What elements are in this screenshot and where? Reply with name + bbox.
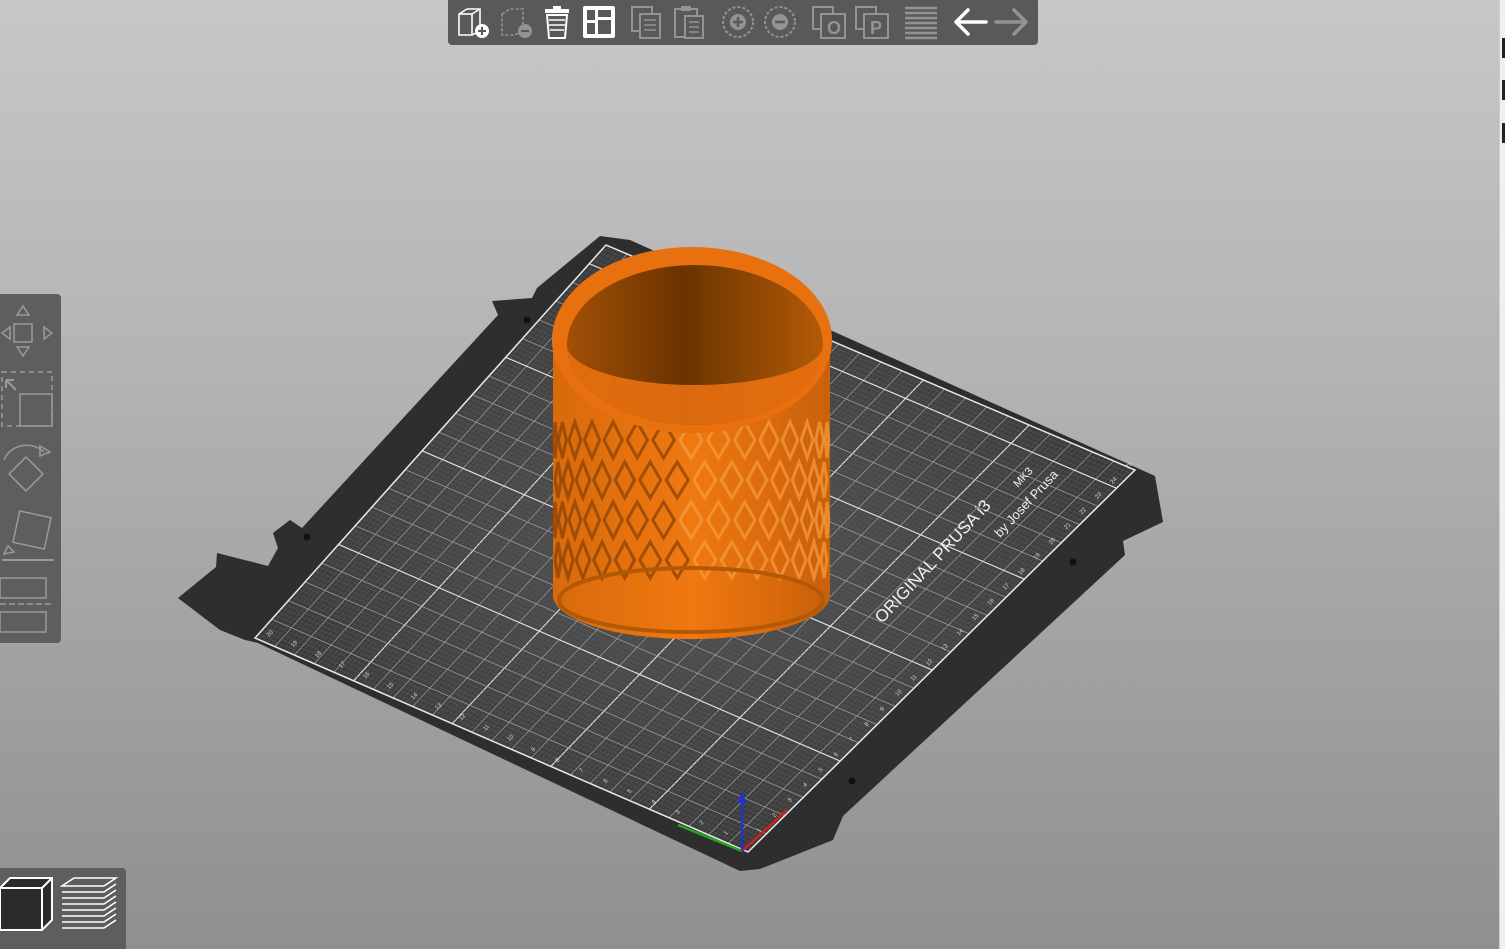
3d-view-tab[interactable] bbox=[0, 872, 58, 934]
split-parts-icon: P bbox=[855, 6, 889, 39]
delete-object-icon bbox=[501, 8, 532, 38]
split-parts-button[interactable]: P bbox=[852, 2, 892, 42]
add-instance-button[interactable] bbox=[718, 2, 758, 42]
svg-text:O: O bbox=[827, 18, 841, 38]
place-on-face-tool-button[interactable] bbox=[0, 502, 58, 564]
place-on-face-icon bbox=[2, 510, 54, 561]
undo-icon bbox=[954, 8, 988, 36]
preview-layers-icon bbox=[60, 877, 118, 929]
bed-mount-hole bbox=[303, 533, 311, 541]
rotate-icon bbox=[3, 444, 52, 493]
cut-tool-button[interactable] bbox=[0, 572, 58, 634]
split-objects-button[interactable]: O bbox=[809, 2, 849, 42]
delete-all-icon bbox=[545, 6, 569, 39]
paste-icon bbox=[674, 6, 704, 39]
preview-tab[interactable] bbox=[60, 872, 118, 934]
redo-button[interactable] bbox=[992, 2, 1032, 42]
delete-object-button[interactable] bbox=[495, 2, 535, 42]
copy-button[interactable] bbox=[626, 2, 666, 42]
model-cup[interactable] bbox=[551, 247, 832, 640]
gizmo-toolbar bbox=[0, 294, 61, 643]
remove-instance-icon bbox=[764, 6, 796, 38]
undo-button[interactable] bbox=[950, 2, 990, 42]
add-object-button[interactable] bbox=[452, 2, 492, 42]
3d-view-icon bbox=[0, 877, 53, 931]
delete-all-button[interactable] bbox=[537, 2, 577, 42]
add-instance-icon bbox=[722, 6, 754, 38]
layers-editing-button[interactable] bbox=[901, 2, 941, 42]
scale-icon bbox=[1, 371, 53, 427]
bed-mount-hole bbox=[523, 316, 531, 324]
top-toolbar: O P bbox=[448, 0, 1038, 45]
scale-tool-button[interactable] bbox=[0, 368, 58, 430]
split-objects-icon: O bbox=[812, 6, 846, 39]
paste-button[interactable] bbox=[669, 2, 709, 42]
copy-icon bbox=[631, 6, 661, 39]
3d-viewport[interactable]: 1234567891011121314151617181920212223242… bbox=[0, 0, 1505, 949]
move-tool-button[interactable] bbox=[0, 298, 58, 360]
arrange-button[interactable] bbox=[579, 2, 619, 42]
bed-mount-hole bbox=[1069, 558, 1077, 566]
view-switcher bbox=[0, 868, 126, 949]
move-icon bbox=[0, 304, 54, 358]
svg-text:P: P bbox=[870, 18, 882, 38]
bed-mount-hole bbox=[848, 777, 856, 785]
remove-instance-button[interactable] bbox=[760, 2, 800, 42]
layers-editing-icon bbox=[905, 6, 937, 40]
add-object-icon bbox=[458, 8, 489, 38]
redo-icon bbox=[994, 8, 1028, 36]
cut-icon bbox=[0, 577, 54, 633]
rotate-tool-button[interactable] bbox=[0, 438, 58, 500]
arrange-icon bbox=[583, 6, 615, 38]
